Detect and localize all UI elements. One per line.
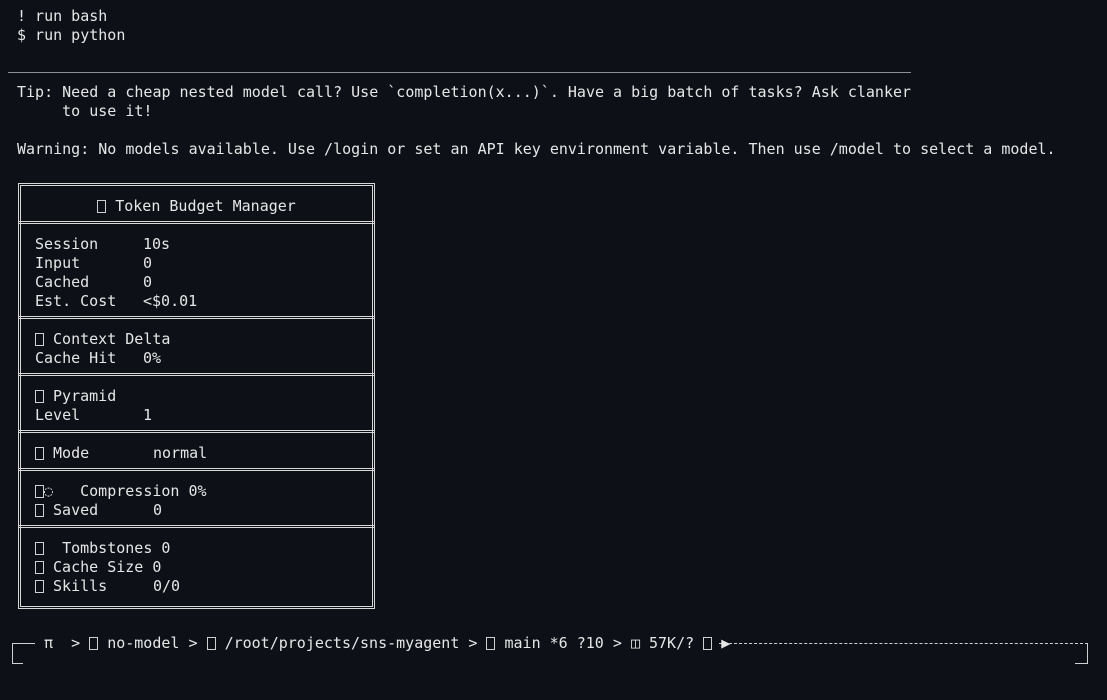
tombstone-icon xyxy=(35,542,44,555)
cache-hit-value: 0% xyxy=(143,349,162,367)
delta-icon xyxy=(35,333,44,346)
cache-hit-label: Cache Hit xyxy=(35,349,117,367)
stat-cached: Cached xyxy=(35,273,89,292)
tip-text: Tip: Need a cheap nested model call? Use… xyxy=(17,83,912,101)
cache-size-row: Cache Size 0 xyxy=(35,558,161,577)
model-name[interactable]: no-model xyxy=(107,634,179,652)
stat-value: 0 xyxy=(143,254,153,272)
saved-row: Saved xyxy=(35,501,98,520)
mode-row: Mode xyxy=(35,444,89,463)
skills-row: Skills xyxy=(35,577,107,596)
saved-icon xyxy=(35,504,44,517)
separator xyxy=(18,525,375,528)
pyramid-icon xyxy=(35,390,44,403)
stat-est-cost: Est. Cost xyxy=(35,292,116,311)
skills-icon xyxy=(35,580,44,593)
cache-size-label: Cache Size xyxy=(53,558,144,576)
history-line: $ run python xyxy=(17,26,126,44)
border-corner xyxy=(12,655,23,664)
pyramid-heading: Pyramid xyxy=(35,387,116,406)
history-line: ! run bash xyxy=(17,7,108,25)
model-icon xyxy=(89,637,99,650)
cache-icon xyxy=(35,561,44,574)
stat-label: Session xyxy=(35,235,99,253)
stat-value: <$0.01 xyxy=(143,292,198,310)
token-icon xyxy=(97,200,107,213)
stat-session: Session xyxy=(35,235,98,254)
level-label: Level xyxy=(35,406,81,424)
panel-title: Token Budget Manager xyxy=(18,197,375,216)
cache-size-value: 0 xyxy=(152,558,162,576)
stat-label: Est. Cost xyxy=(35,292,117,310)
saved-value: 0 xyxy=(153,501,163,519)
separator xyxy=(18,221,375,224)
status-bar: π > no-model > /root/projects/sns-myagen… xyxy=(12,633,1088,664)
stat-label: Cached xyxy=(35,273,90,291)
separator xyxy=(18,468,375,471)
context-icon: ◫ xyxy=(630,634,640,652)
pyramid-heading-text: Pyramid xyxy=(53,387,117,405)
tombstones-row: Tombstones 0 xyxy=(35,539,170,558)
tombstones-value: 0 xyxy=(161,539,171,557)
border-corner xyxy=(1075,655,1088,664)
stat-value: 10s xyxy=(143,235,171,253)
pi-symbol: π xyxy=(44,634,54,652)
border-line xyxy=(719,643,1088,656)
separator xyxy=(18,316,375,319)
skills-label: Skills xyxy=(53,577,108,595)
cwd-path[interactable]: /root/projects/sns-myagent xyxy=(225,634,460,652)
panel-title-text: Token Budget Manager xyxy=(115,197,296,215)
token-count: 57K/? xyxy=(649,634,695,652)
branch-icon xyxy=(486,637,496,650)
level-value: 1 xyxy=(143,406,153,424)
play-icon: ▶ xyxy=(721,634,731,652)
mode-icon xyxy=(35,447,44,460)
stat-label: Input xyxy=(35,254,81,272)
tip-text-continued: to use it! xyxy=(17,102,153,120)
mode-label: Mode xyxy=(53,444,90,462)
context-heading-text: Context Delta xyxy=(53,330,171,348)
stat-input: Input xyxy=(35,254,80,273)
folder-icon xyxy=(206,637,216,650)
separator xyxy=(18,430,375,433)
tombstones-label: Tombstones xyxy=(62,539,153,557)
separator xyxy=(18,373,375,376)
divider xyxy=(8,72,911,73)
stat-value: 0 xyxy=(143,273,153,291)
compression-icon xyxy=(35,485,44,498)
mode-value: normal xyxy=(153,444,208,462)
status-icon xyxy=(703,637,713,650)
skills-value: 0/0 xyxy=(153,577,181,595)
saved-label: Saved xyxy=(53,501,99,519)
compression-label: Compression xyxy=(80,482,180,500)
compression-value: 0% xyxy=(188,482,207,500)
compression-row: ◌ Compression 0% xyxy=(35,482,207,501)
context-heading: Context Delta xyxy=(35,330,170,349)
git-branch[interactable]: main *6 ?10 xyxy=(505,634,604,652)
token-budget-panel: Token Budget Manager Session 10s Input 0… xyxy=(18,183,375,609)
warning-text: Warning: No models available. Use /login… xyxy=(17,140,1056,158)
status-text: π > no-model > /root/projects/sns-myagen… xyxy=(44,634,731,652)
